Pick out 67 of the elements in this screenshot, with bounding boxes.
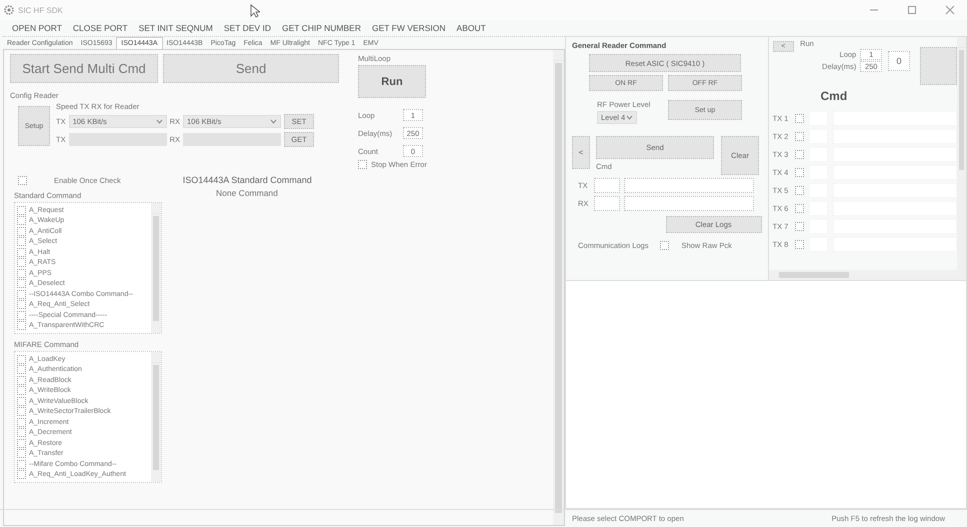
partial-button[interactable] xyxy=(920,47,957,85)
menu-item[interactable]: SET INIT SEQNUM xyxy=(138,23,213,33)
checkbox[interactable] xyxy=(17,396,26,406)
menu-item[interactable]: SET DEV ID xyxy=(224,23,271,33)
menu-item[interactable]: GET FW VERSION xyxy=(372,23,446,33)
maximize-icon[interactable] xyxy=(907,5,917,15)
window-title: SIC HF SDK xyxy=(18,6,63,14)
checkbox[interactable] xyxy=(17,300,26,310)
checkbox[interactable] xyxy=(17,216,26,226)
checkbox[interactable] xyxy=(17,470,26,480)
input-field[interactable] xyxy=(594,178,620,193)
run-button[interactable]: Run xyxy=(358,65,426,98)
checkbox[interactable] xyxy=(17,226,26,236)
caret-icon xyxy=(270,118,278,124)
checkbox[interactable] xyxy=(17,460,26,469)
send-button[interactable]: Send xyxy=(163,54,339,83)
menu-item[interactable]: GET CHIP NUMBER xyxy=(282,23,361,33)
checkbox[interactable] xyxy=(794,186,804,194)
checkbox[interactable] xyxy=(17,354,26,364)
checkbox[interactable] xyxy=(17,418,26,427)
checkbox[interactable] xyxy=(18,176,27,184)
previous-button[interactable]: < xyxy=(572,136,590,169)
menu-item[interactable]: ABOUT xyxy=(456,23,486,33)
input-field[interactable] xyxy=(594,196,620,211)
checkbox[interactable] xyxy=(358,160,367,169)
checkbox[interactable] xyxy=(17,365,26,374)
vertical-scrollbar[interactable] xyxy=(151,203,161,333)
menu-item[interactable]: OPEN PORT xyxy=(12,23,62,33)
checkbox[interactable] xyxy=(794,222,804,230)
start-button[interactable]: Start Send Multi Cmd xyxy=(10,54,158,83)
section-title: ISO14443A Standard Command xyxy=(182,175,312,185)
checkbox[interactable] xyxy=(17,428,26,438)
checkbox[interactable] xyxy=(660,241,670,250)
checkbox[interactable] xyxy=(17,290,26,299)
checkbox[interactable] xyxy=(17,206,26,215)
checkbox[interactable] xyxy=(794,240,804,248)
checkbox[interactable] xyxy=(17,258,26,268)
checkbox[interactable] xyxy=(17,248,26,257)
caret-icon xyxy=(156,118,163,124)
checkbox[interactable] xyxy=(17,310,26,320)
list-title: None Command xyxy=(216,188,278,200)
checkbox[interactable] xyxy=(17,237,26,246)
checkbox[interactable] xyxy=(17,386,26,396)
gear-icon xyxy=(4,5,14,15)
caret-icon xyxy=(626,115,633,120)
checkbox[interactable] xyxy=(17,268,26,278)
checkbox[interactable] xyxy=(794,114,804,122)
vertical-scrollbar[interactable] xyxy=(957,37,966,280)
panel-title: Cmd xyxy=(820,89,848,103)
menu-item[interactable]: CLOSE PORT xyxy=(72,23,128,33)
count-field: 0 xyxy=(888,51,910,71)
checkbox[interactable] xyxy=(17,279,26,288)
horizontal-scrollbar[interactable] xyxy=(768,270,957,280)
checkbox[interactable] xyxy=(17,376,26,385)
checkbox[interactable] xyxy=(794,150,804,158)
input-field[interactable] xyxy=(624,178,754,193)
checkbox[interactable] xyxy=(17,407,26,416)
checkbox[interactable] xyxy=(794,132,804,140)
input-field[interactable] xyxy=(624,196,754,211)
checkbox[interactable] xyxy=(17,449,26,458)
checkbox[interactable] xyxy=(17,438,26,448)
close-icon[interactable] xyxy=(945,5,955,15)
checkbox[interactable] xyxy=(17,321,26,330)
vertical-scrollbar[interactable] xyxy=(553,50,564,525)
vertical-scrollbar[interactable] xyxy=(151,352,161,482)
checkbox[interactable] xyxy=(794,168,804,176)
checkbox[interactable] xyxy=(794,204,804,212)
